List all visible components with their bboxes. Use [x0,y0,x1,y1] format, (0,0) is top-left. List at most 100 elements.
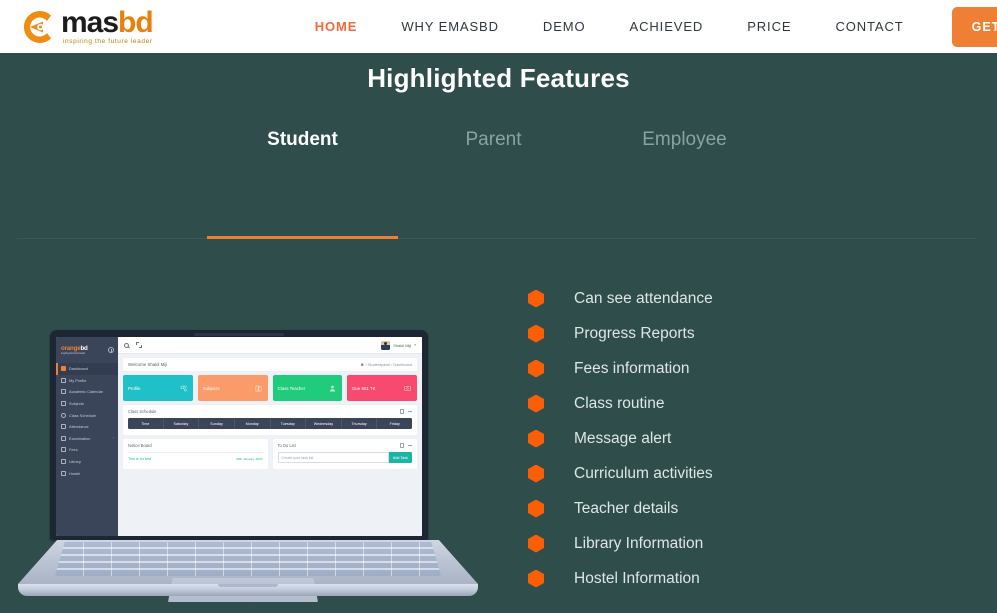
page-title: Highlighted Features [367,63,630,93]
sidebar-item-fees[interactable]: Fees [56,444,118,456]
todo-input-row: Create your task list Add Task [277,452,412,464]
dashboard-main: Shakil Miji ▾ Welcome Shakil Miji / Stud… [118,337,422,536]
feature-label: Hostel Information [574,569,700,587]
list-item: Library Information [528,526,713,561]
feature-label: Progress Reports [574,324,695,342]
hexagon-bullet-icon [528,359,544,378]
power-toggle-icon[interactable] [108,347,114,353]
list-item: Progress Reports [528,316,713,351]
panel-header: Class Schedule [128,409,412,414]
hexagon-bullet-icon [528,324,544,343]
maximize-icon[interactable] [399,443,404,448]
table-column-header: Saturday [163,418,200,430]
todo-list-panel: To Do List Create your task list Add Tas… [272,439,417,470]
sidebar-item-subjects[interactable]: Subjects [56,398,118,410]
panel-tools [399,443,412,448]
stat-card-due[interactable]: Due 551 TK [347,375,417,401]
user-menu[interactable]: Shakil Miji ▾ [381,340,416,350]
hexagon-bullet-icon [528,499,544,518]
welcome-text: Welcome Shakil Miji [128,362,168,367]
nav-link-home[interactable]: HOME [293,19,380,34]
sidebar-item-hostel[interactable]: Hostel [56,467,118,479]
stat-card-label: Profile [128,385,141,391]
book-icon [61,401,66,407]
task-input[interactable]: Create your task list [277,452,389,464]
stat-card-subjects[interactable]: Subjects [197,375,268,401]
schedule-table-header-row: Time Saturday Sunday Monday Tuesday Wedn… [128,418,412,430]
feature-label: Library Information [574,534,704,552]
dashboard-brand[interactable]: orangebd inspiring the future leader [56,341,118,357]
gear-icon [180,384,187,391]
site-logo[interactable]: masbd inspiring the future leader [18,5,154,47]
get-started-button[interactable]: GET STARTED [951,6,997,47]
hexagon-bullet-icon [528,569,544,588]
username-label: Shakil Miji [393,342,412,348]
panel-header: To Do List [277,443,412,449]
search-icon[interactable] [124,342,129,348]
books-icon [255,385,261,391]
sidebar-item-label: Fees [69,447,78,453]
list-item: Hostel Information [528,561,713,596]
sidebar-item-label: Dashboard [69,366,89,372]
money-icon [404,385,411,391]
notice-title: This is for test [128,457,151,462]
nav-link-demo[interactable]: DEMO [521,19,608,34]
nav-link-achieved[interactable]: ACHIEVED [608,19,726,34]
user-icon [61,377,66,383]
sidebar-item-dashboard[interactable]: Dashboard [56,363,118,375]
nav-link-price[interactable]: PRICE [725,19,813,34]
tab-employee[interactable]: Employee [589,129,780,159]
maximize-icon[interactable] [399,409,404,414]
welcome-bar: Welcome Shakil Miji / Studentpanel / Das… [123,358,417,371]
sidebar-item-label: Academic Calendar [69,389,103,395]
tab-student[interactable]: Student [207,129,398,159]
sidebar-item-label: Class Schedule [69,412,97,418]
top-navbar: masbd inspiring the future leader HOME W… [0,0,997,53]
fullscreen-icon[interactable] [136,342,142,348]
nav-link-why-emasbd[interactable]: WHY EMASBD [379,19,521,34]
nav-link-contact[interactable]: CONTACT [813,19,925,34]
hexagon-bullet-icon [528,534,544,553]
logo-word-mas: mas [61,5,119,39]
list-item[interactable]: This is for test 09th January, 2020 [128,452,263,461]
class-schedule-panel: Class Schedule Time Saturday Sunday Mond… [123,405,417,436]
sidebar-item-attendance[interactable]: Attendance [56,421,118,433]
dashboard-brand-orange: orange [61,345,81,352]
sidebar-item-label: Subjects [69,401,84,407]
list-item: Can see attendance [528,281,713,316]
sidebar-item-label: My Profile [69,377,87,383]
dashboard-brand-bd: bd [80,345,88,352]
table-column-header: Monday [234,418,271,430]
laptop-base [18,540,478,602]
add-task-button[interactable]: Add Task [388,452,412,464]
sidebar-item-library[interactable]: Library [56,456,118,468]
student-feature-list: Can see attendance Progress Reports Fees… [528,281,713,596]
laptop-open-notch [218,584,278,587]
stat-card-label: Class Teacher [277,385,306,391]
chevron-down-icon: ▾ [414,343,416,347]
main-navigation: HOME WHY EMASBD DEMO ACHIEVED PRICE CONT… [293,6,997,47]
sidebar-item-label: Library [69,459,81,465]
stat-card-profile[interactable]: Profile [123,375,193,401]
minimize-icon[interactable] [408,411,412,412]
panel-title: Class Schedule [128,409,157,414]
sidebar-item-label: Attendance [69,424,89,430]
sidebar-item-my-profile[interactable]: My Profile [56,375,118,387]
panel-title: To Do List [277,443,296,449]
sidebar-item-examination[interactable]: Examination › [56,433,118,445]
minimize-icon[interactable] [408,445,412,447]
sidebar-item-academic-calendar[interactable]: Academic Calendar [56,386,118,398]
panel-title: Notice Board [128,443,152,449]
dashboard-topbar: Shakil Miji ▾ [118,337,422,354]
clock-icon [61,412,66,418]
sidebar-item-class-schedule[interactable]: Class Schedule [56,409,118,421]
stat-card-class-teacher[interactable]: Class Teacher [272,375,343,401]
calendar-icon [61,389,66,395]
hexagon-bullet-icon [528,394,544,413]
sidebar-item-label: Hostel [69,470,81,476]
dashboard-sidebar-nav: Dashboard My Profile Academic Calendar S… [56,363,118,479]
feature-label: Teacher details [574,499,679,517]
laptop-camera-notch [194,332,284,336]
table-column-header: Wednesday [306,418,342,430]
tab-parent[interactable]: Parent [398,129,589,159]
